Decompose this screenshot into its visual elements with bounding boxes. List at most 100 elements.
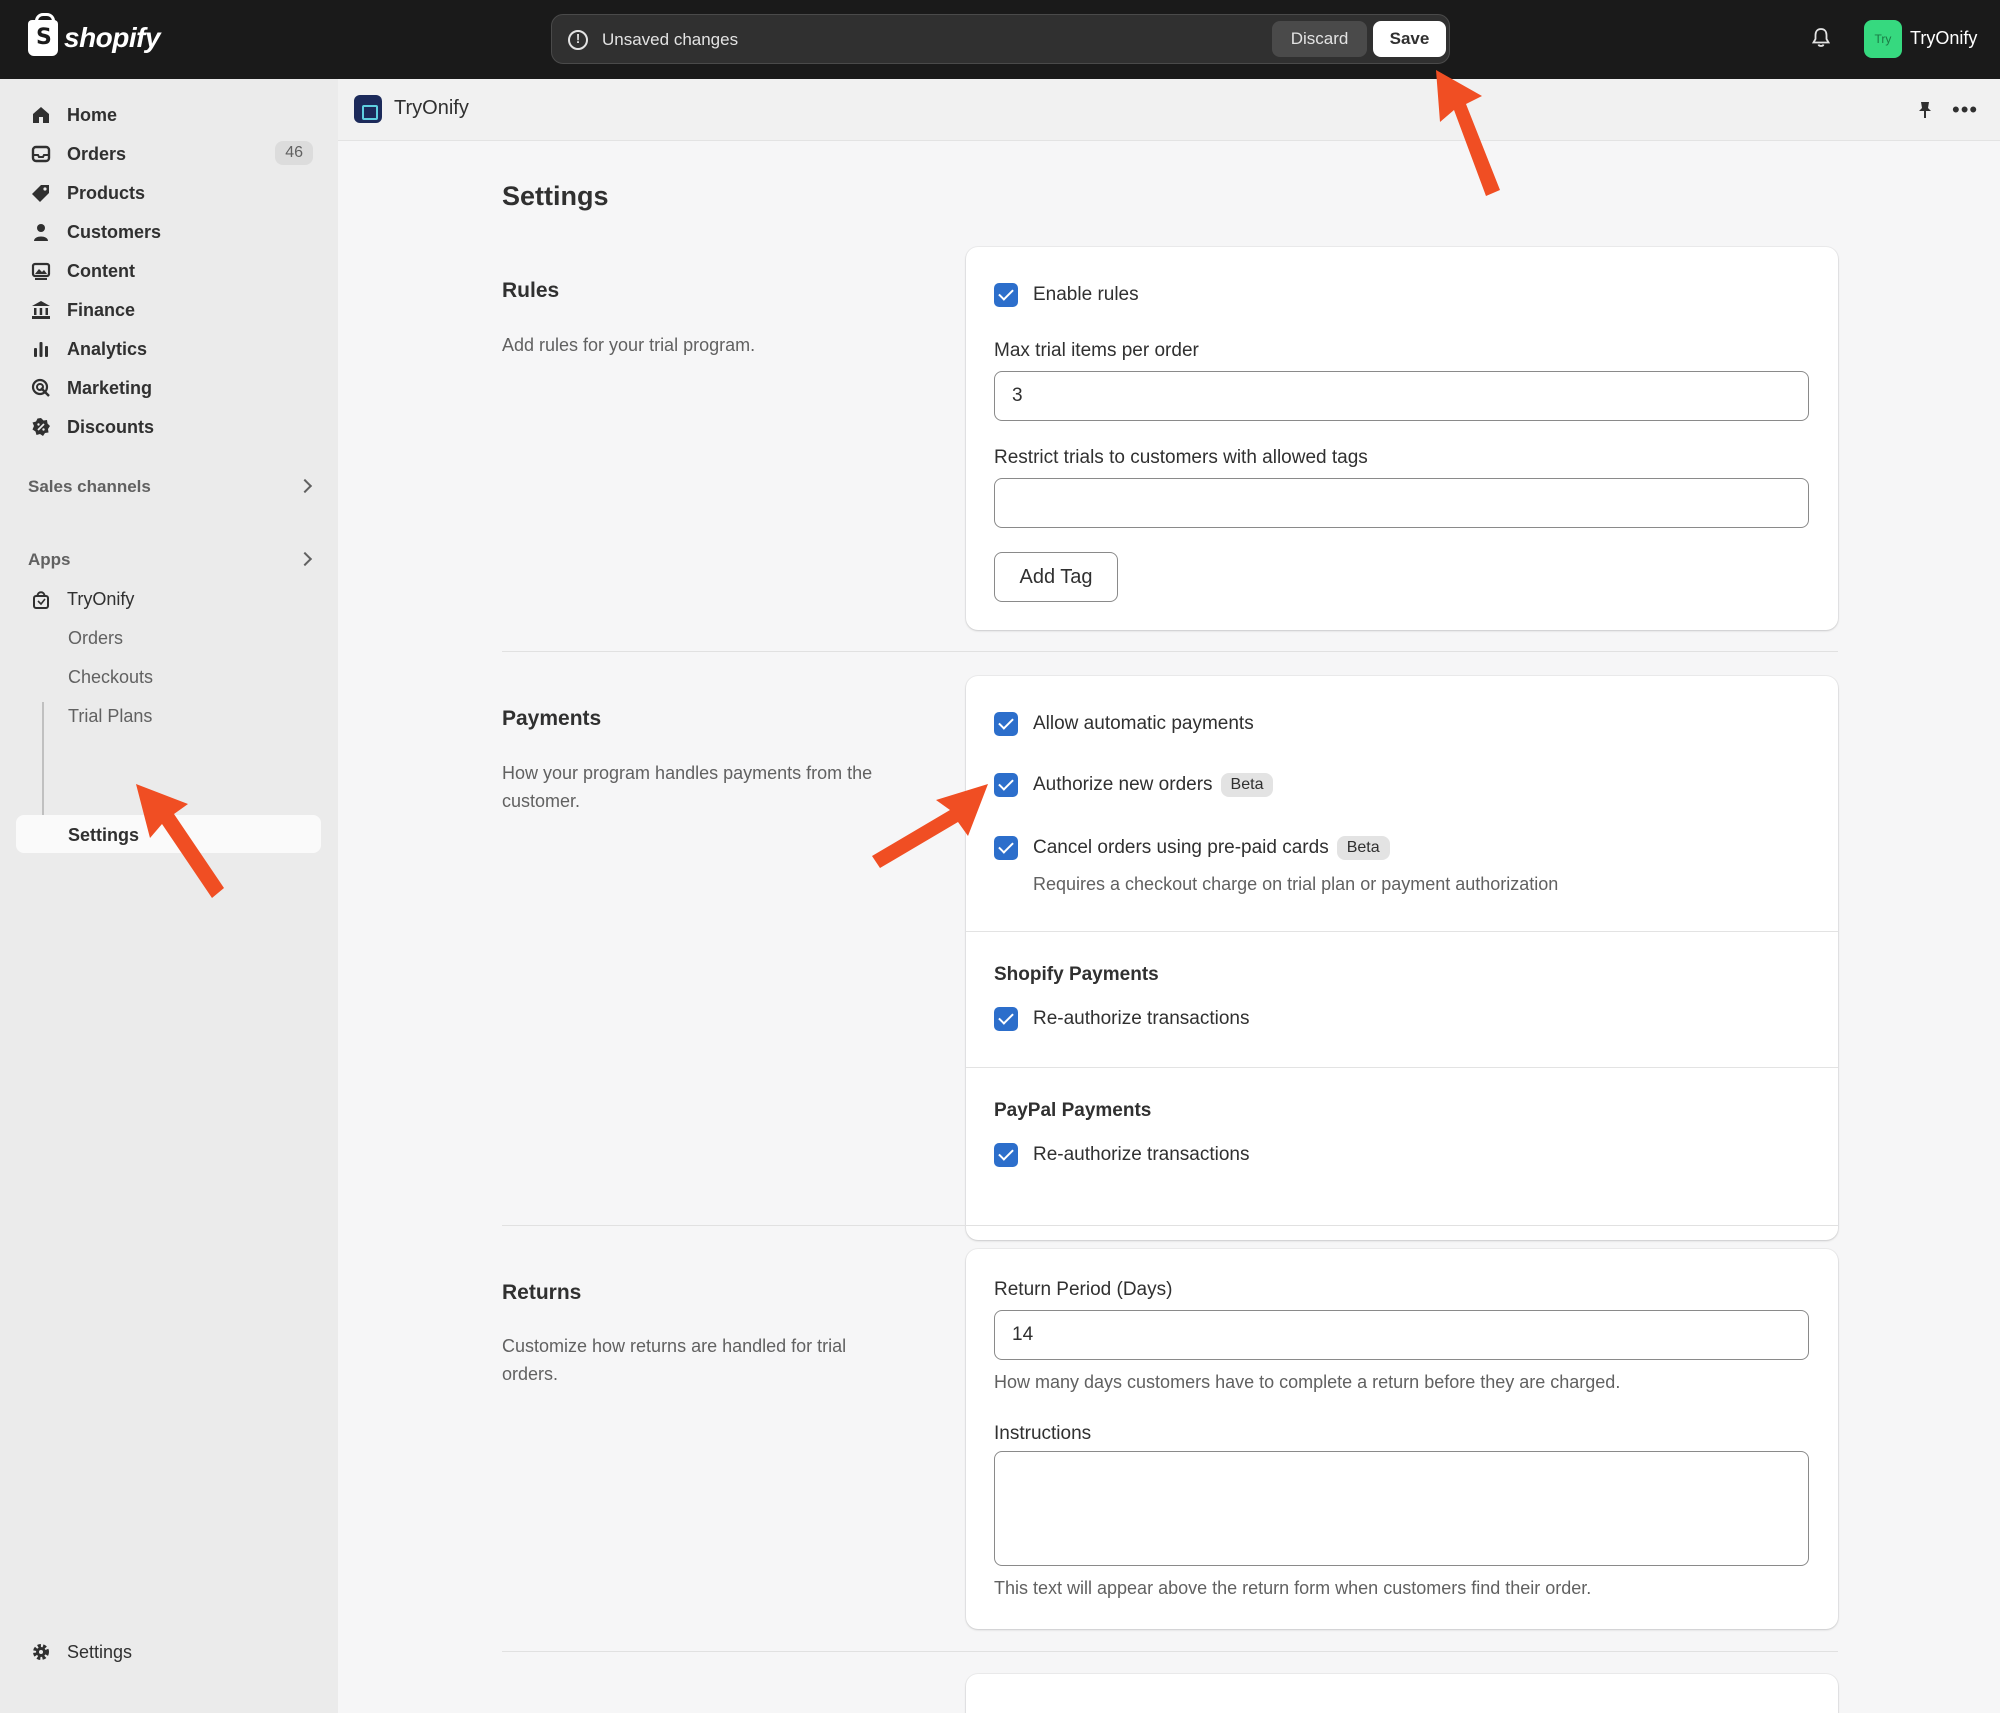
sidebar-item-label: Home xyxy=(67,105,118,125)
sidebar-item-customers[interactable]: Customers xyxy=(16,212,321,250)
image-icon xyxy=(31,262,51,280)
max-items-input[interactable]: 3 xyxy=(994,371,1809,421)
sidebar-item-label: Customers xyxy=(67,222,162,242)
paypal-reauth-row[interactable]: Re-authorize transactions xyxy=(994,1143,1250,1167)
apps-heading[interactable]: Apps xyxy=(28,550,71,570)
beta-badge: Beta xyxy=(1220,773,1274,797)
save-button[interactable]: Save xyxy=(1373,21,1446,57)
alert-circle-icon xyxy=(568,30,588,50)
returns-card: Return Period (Days) 14 How many days cu… xyxy=(966,1249,1838,1629)
bar-chart-icon xyxy=(34,342,48,357)
section-divider xyxy=(502,1225,1838,1226)
pin-icon[interactable] xyxy=(1918,101,1932,119)
sidebar-item-label: TryOnify xyxy=(67,589,135,609)
enable-rules-checkbox-row[interactable]: Enable rules xyxy=(994,283,1139,307)
page-title: Settings xyxy=(502,181,609,211)
sidebar-item-analytics[interactable]: Analytics xyxy=(16,329,321,367)
cancel-prepaid-row[interactable]: Cancel orders using pre-paid cards Beta xyxy=(994,836,1390,860)
instructions-textarea[interactable] xyxy=(994,1451,1809,1566)
beta-badge: Beta xyxy=(1336,836,1390,860)
shopify-payments-title: Shopify Payments xyxy=(994,964,1159,985)
sidebar-item-finance[interactable]: Finance xyxy=(16,290,321,328)
bell-icon[interactable] xyxy=(1812,28,1830,48)
payments-title: Payments xyxy=(502,707,602,730)
paypal-reauth-checkbox[interactable] xyxy=(994,1143,1018,1167)
discount-badge-icon xyxy=(32,418,50,436)
tag-icon xyxy=(32,185,49,202)
shopify-bag-icon: S xyxy=(28,13,58,56)
cancel-prepaid-help: Requires a checkout charge on trial plan… xyxy=(1033,874,1559,894)
authorize-new-orders-row[interactable]: Authorize new orders Beta xyxy=(994,773,1274,797)
checkbox-label: Cancel orders using pre-paid cards xyxy=(1033,837,1329,858)
shopify-logo[interactable]: S shopify xyxy=(28,13,161,56)
checkbox-label: Re-authorize transactions xyxy=(1033,1144,1250,1165)
authorize-new-orders-checkbox[interactable] xyxy=(994,773,1018,797)
paypal-payments-title: PayPal Payments xyxy=(994,1100,1152,1121)
sidebar-item-settings[interactable]: Settings xyxy=(16,1632,321,1670)
checkbox-label: Authorize new orders xyxy=(1033,774,1213,795)
sidebar-subitem-checkouts[interactable]: Checkouts xyxy=(68,667,153,688)
paypal-payments-section: PayPal Payments Re-authorize transaction… xyxy=(966,1067,1838,1240)
restrict-tags-input[interactable] xyxy=(994,478,1809,528)
return-period-input[interactable]: 14 xyxy=(994,1310,1809,1360)
next-card xyxy=(966,1674,1838,1713)
sidebar-item-orders[interactable]: Orders 46 xyxy=(16,134,321,172)
shopping-bag-icon xyxy=(33,591,49,609)
logo-text: shopify xyxy=(64,22,161,53)
rules-description: Add rules for your trial program. xyxy=(502,335,756,355)
arrow-annotation-authorize xyxy=(872,784,988,868)
sidebar-item-discounts[interactable]: Discounts xyxy=(16,407,321,445)
returns-title: Returns xyxy=(502,1281,582,1304)
section-divider xyxy=(502,651,1838,652)
app-header: TryOnify ••• xyxy=(338,79,2000,141)
target-icon xyxy=(31,378,50,397)
add-tag-button[interactable]: Add Tag xyxy=(994,552,1118,602)
inbox-icon xyxy=(31,145,51,163)
returns-description: Customize how returns are handled for tr… xyxy=(502,1336,847,1384)
more-options-icon[interactable]: ••• xyxy=(1952,97,1978,123)
sidebar-subitem-settings[interactable]: Settings xyxy=(68,825,139,846)
instructions-help: This text will appear above the return f… xyxy=(994,1578,1592,1598)
discard-button[interactable]: Discard xyxy=(1272,21,1367,57)
sales-channels-heading[interactable]: Sales channels xyxy=(28,477,151,497)
shopify-reauth-checkbox[interactable] xyxy=(994,1007,1018,1031)
sidebar-item-home[interactable]: Home xyxy=(16,95,321,133)
section-divider xyxy=(502,1651,1838,1652)
bank-icon xyxy=(32,301,50,319)
allow-auto-payments-checkbox[interactable] xyxy=(994,712,1018,736)
instructions-label: Instructions xyxy=(994,1423,1092,1444)
main-area: TryOnify ••• Settings Rules Add rules fo… xyxy=(338,79,2000,1713)
home-icon xyxy=(33,107,49,123)
sidebar-subitem-trial-plans[interactable]: Trial Plans xyxy=(68,706,152,727)
store-avatar[interactable]: Try xyxy=(1864,20,1902,58)
sidebar-item-tryonify[interactable]: TryOnify xyxy=(16,579,321,617)
sidebar-item-marketing[interactable]: Marketing xyxy=(16,368,321,406)
app-title: TryOnify xyxy=(394,97,469,119)
sidebar-item-label: Content xyxy=(67,261,135,281)
settings-content: Settings Rules Add rules for your trial … xyxy=(338,141,2000,1713)
checkbox-label: Enable rules xyxy=(1033,284,1139,305)
payments-card: Allow automatic payments Authorize new o… xyxy=(966,676,1838,1240)
chevron-right-icon[interactable] xyxy=(297,551,313,567)
sidebar-item-label: Analytics xyxy=(67,339,148,359)
sidebar-item-label: Marketing xyxy=(67,378,153,398)
person-icon xyxy=(34,224,48,241)
shopify-reauth-row[interactable]: Re-authorize transactions xyxy=(994,1007,1250,1031)
sidebar-item-label: Settings xyxy=(67,1642,133,1662)
enable-rules-checkbox[interactable] xyxy=(994,283,1018,307)
sidebar-item-products[interactable]: Products xyxy=(16,173,321,211)
sidebar-item-label: Orders xyxy=(67,144,127,164)
sidebar-item-label: Products xyxy=(67,183,146,203)
sidebar-item-label: Discounts xyxy=(67,417,155,437)
cancel-prepaid-checkbox[interactable] xyxy=(994,836,1018,860)
payments-description: How your program handles payments from t… xyxy=(502,763,873,811)
sidebar-subitem-orders[interactable]: Orders xyxy=(68,628,123,649)
allow-auto-payments-row[interactable]: Allow automatic payments xyxy=(994,712,1254,736)
shopify-payments-section: Shopify Payments Re-authorize transactio… xyxy=(966,931,1838,1067)
chevron-right-icon[interactable] xyxy=(297,478,313,494)
unsaved-message: Unsaved changes xyxy=(602,30,739,49)
top-bar: S shopify Unsaved changes Discard Save T… xyxy=(0,0,2000,79)
gear-icon xyxy=(33,1644,49,1660)
store-name[interactable]: TryOnify xyxy=(1910,28,1977,49)
sidebar-item-content[interactable]: Content xyxy=(16,251,321,289)
